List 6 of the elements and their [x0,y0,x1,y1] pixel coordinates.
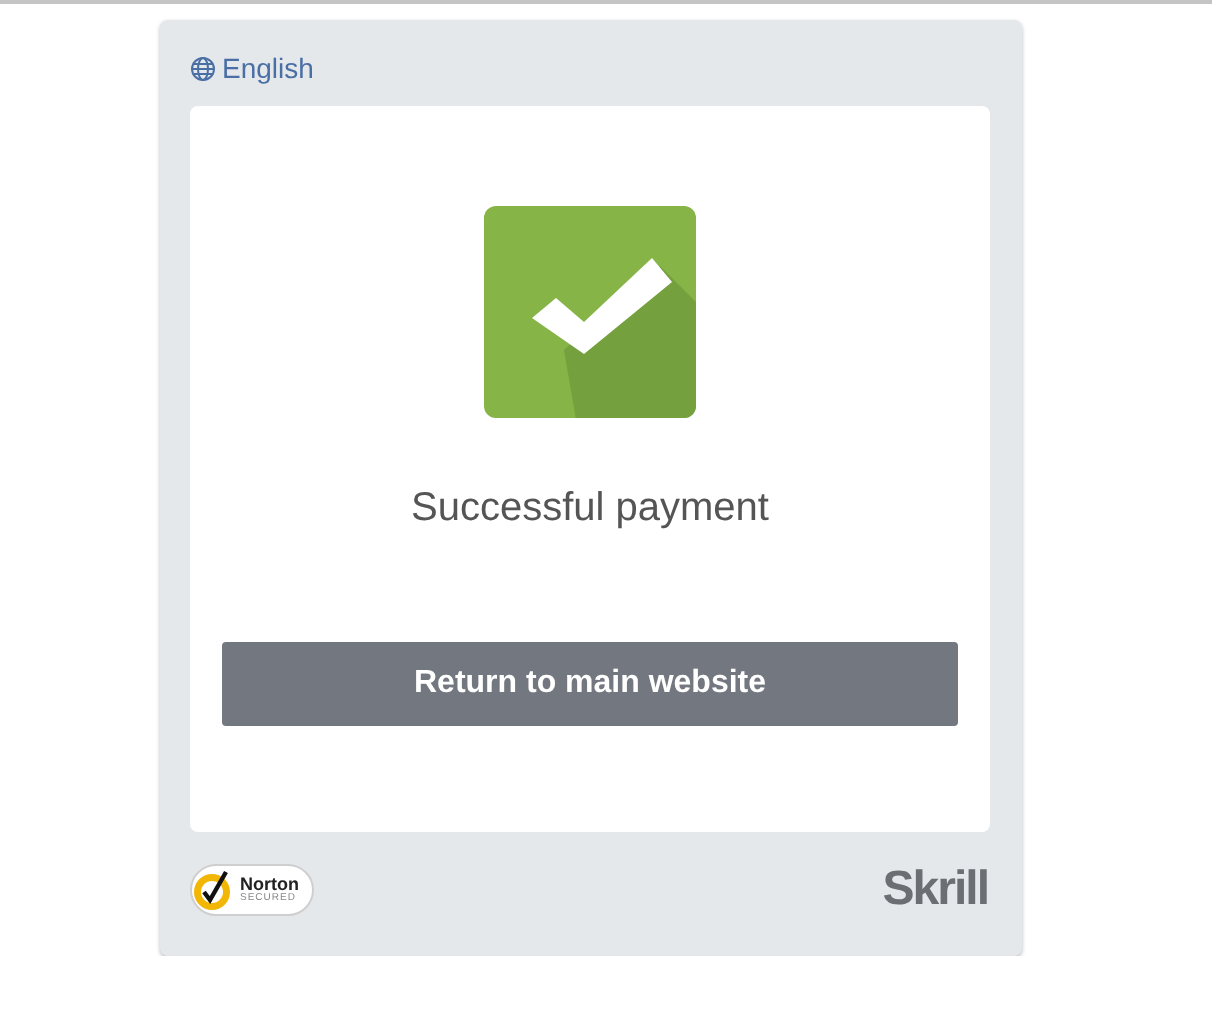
language-link[interactable]: English [190,46,314,90]
brand-logo: Skrill [882,862,988,918]
globe-icon [190,55,216,81]
status-message: Successful payment [411,486,769,534]
return-button[interactable]: Return to main website [222,642,958,726]
checkmark-icon [484,206,696,418]
